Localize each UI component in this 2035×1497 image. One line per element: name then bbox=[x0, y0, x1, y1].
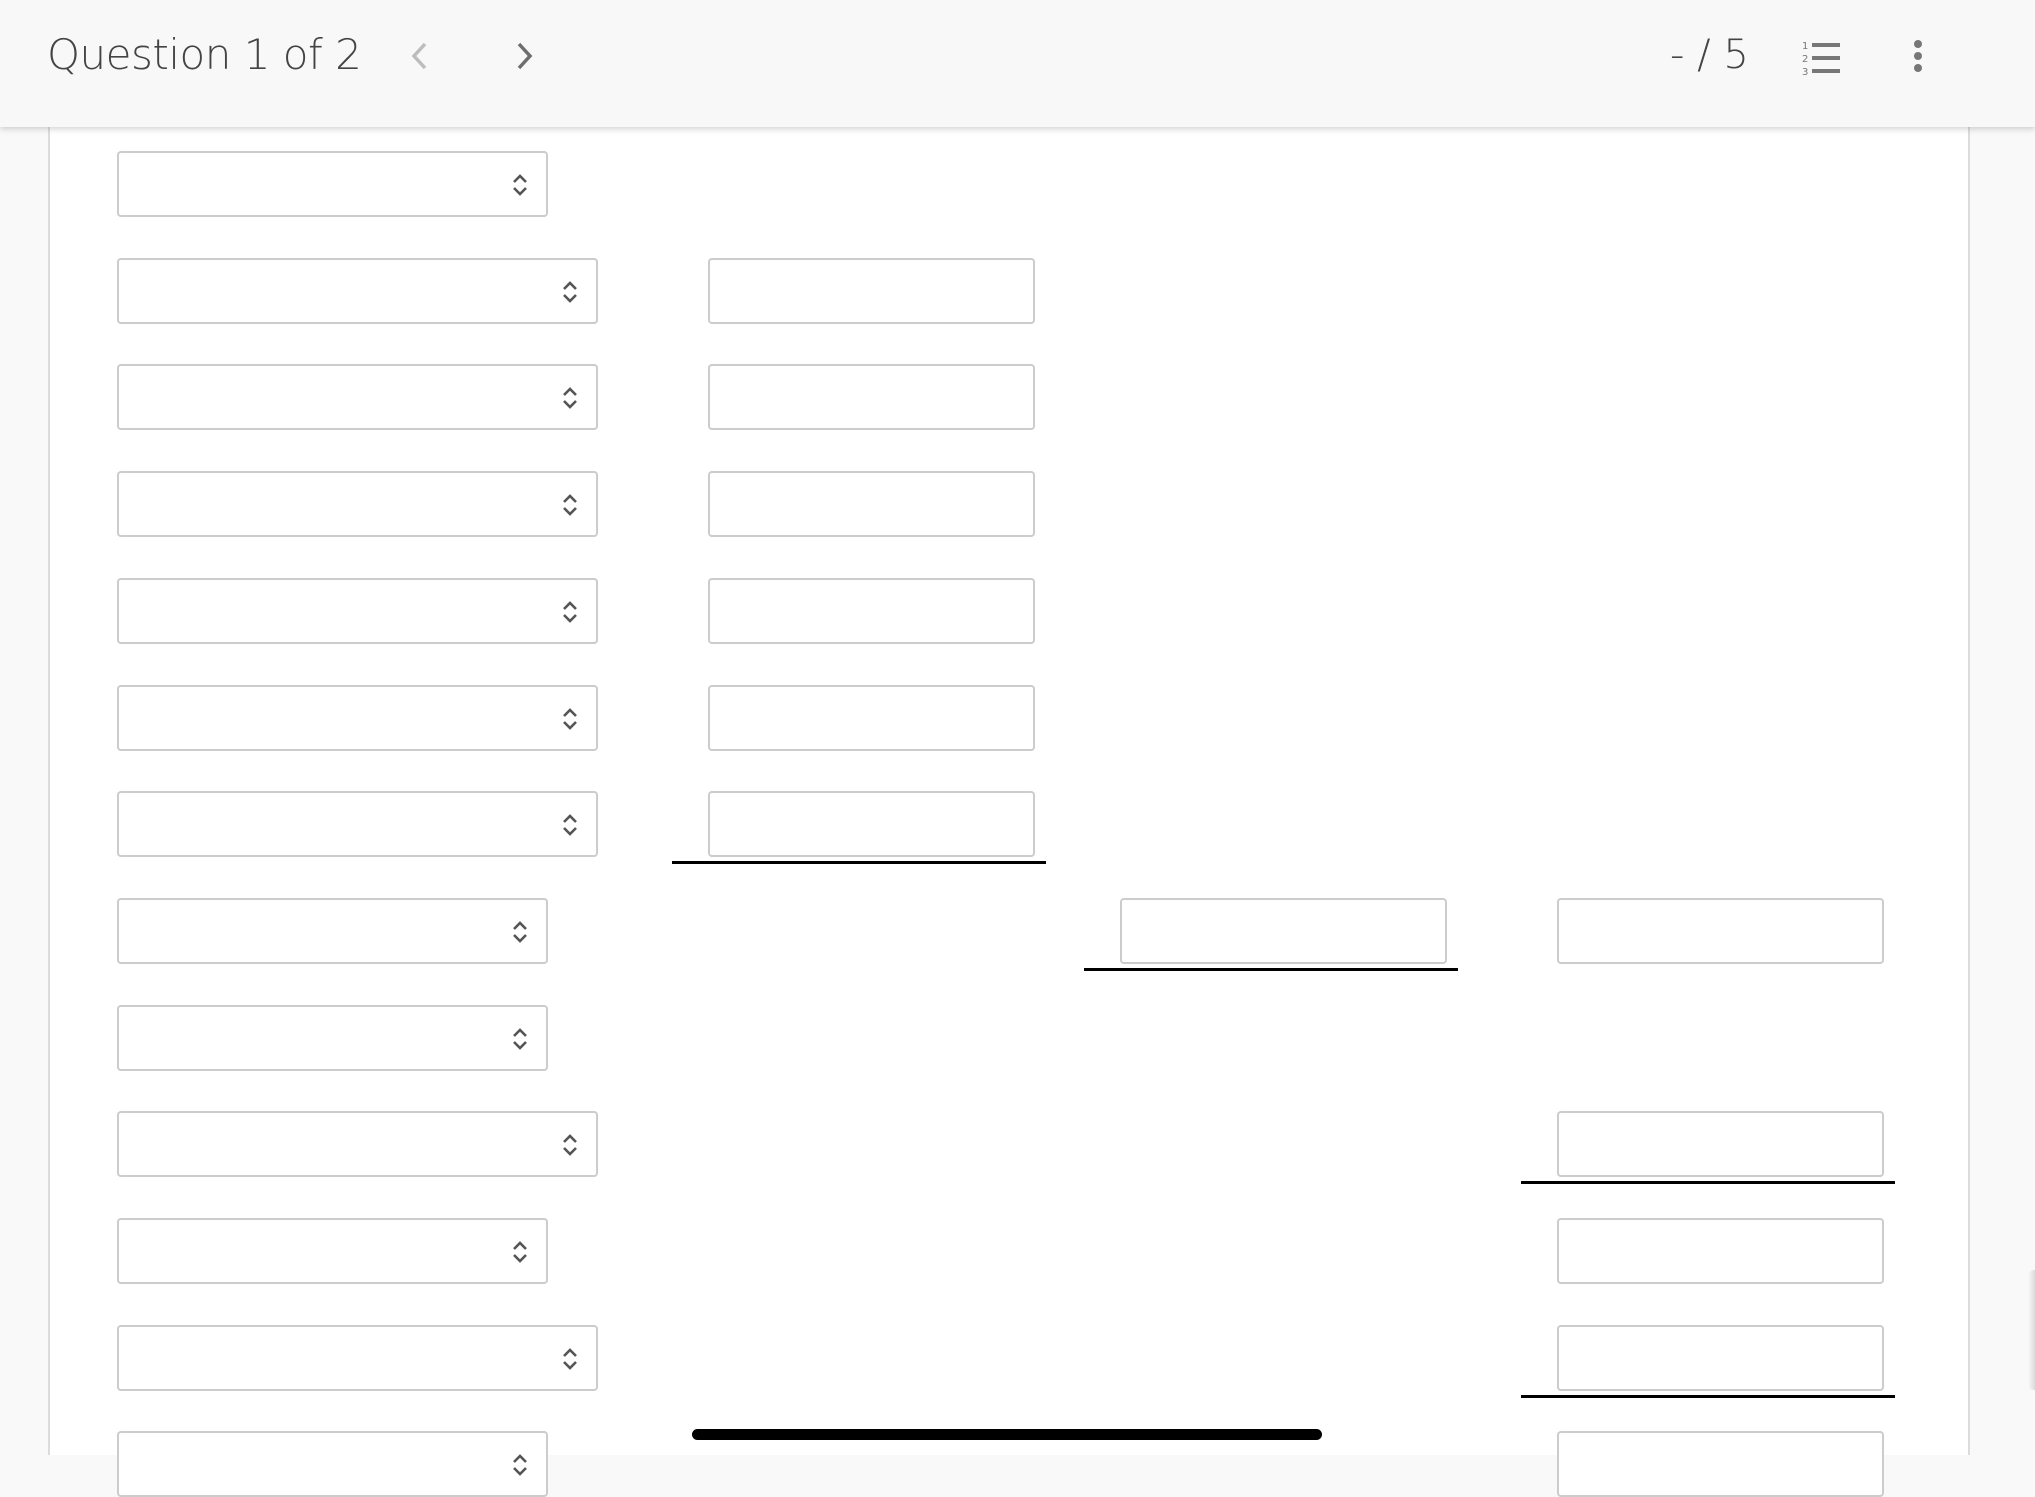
amount-input-col4[interactable] bbox=[1557, 1218, 1884, 1284]
account-select-dropdown[interactable] bbox=[117, 364, 598, 431]
amount-input-col2[interactable] bbox=[708, 257, 1035, 324]
account-select-dropdown[interactable] bbox=[117, 257, 598, 324]
up-down-chevron-icon bbox=[510, 1025, 530, 1053]
up-down-chevron-icon bbox=[513, 1027, 527, 1050]
account-select-dropdown[interactable] bbox=[117, 577, 598, 644]
account-select-dropdown[interactable] bbox=[117, 897, 548, 964]
up-down-chevron-icon bbox=[510, 1451, 530, 1479]
account-select-dropdown[interactable] bbox=[117, 1431, 548, 1497]
total-underline bbox=[1521, 1394, 1895, 1398]
up-down-chevron-icon bbox=[513, 921, 527, 943]
up-down-chevron-icon bbox=[563, 494, 577, 516]
total-underline bbox=[672, 861, 1046, 865]
svg-text:3: 3 bbox=[1802, 67, 1808, 78]
more-options-button[interactable] bbox=[1906, 36, 1930, 76]
amount-input-col2[interactable] bbox=[708, 791, 1035, 858]
account-select-dropdown[interactable] bbox=[117, 1218, 548, 1284]
previous-question-button[interactable] bbox=[400, 36, 440, 76]
up-down-chevron-icon bbox=[560, 705, 580, 733]
account-select-dropdown[interactable] bbox=[117, 1004, 548, 1071]
amount-input-col2[interactable] bbox=[708, 364, 1035, 431]
account-select-dropdown[interactable] bbox=[117, 1324, 598, 1391]
account-select-dropdown[interactable] bbox=[117, 791, 598, 858]
question-list-button[interactable]: 1 2 3 bbox=[1800, 38, 1846, 78]
up-down-chevron-icon bbox=[560, 1345, 580, 1373]
up-down-chevron-icon bbox=[513, 174, 527, 196]
up-down-chevron-icon bbox=[563, 1134, 577, 1157]
up-down-chevron-icon bbox=[513, 1241, 527, 1263]
home-indicator-bar bbox=[692, 1429, 1322, 1440]
up-down-chevron-icon bbox=[513, 1454, 527, 1477]
up-down-chevron-icon bbox=[510, 918, 530, 946]
amount-input-col2[interactable] bbox=[708, 577, 1035, 644]
score-display: - / 5 bbox=[1670, 32, 1749, 78]
up-down-chevron-icon bbox=[560, 1131, 580, 1159]
numbered-list-icon: 1 2 3 bbox=[1802, 41, 1840, 78]
account-select-dropdown[interactable] bbox=[117, 471, 598, 538]
side-handle[interactable] bbox=[2028, 1270, 2035, 1390]
account-select-dropdown[interactable] bbox=[117, 151, 548, 217]
amount-input-col4[interactable] bbox=[1557, 897, 1884, 964]
svg-text:2: 2 bbox=[1802, 54, 1808, 65]
svg-text:1: 1 bbox=[1802, 41, 1808, 52]
up-down-chevron-icon bbox=[563, 814, 577, 837]
up-down-chevron-icon bbox=[560, 491, 580, 519]
question-counter: Question 1 of 2 bbox=[47, 30, 362, 79]
up-down-chevron-icon bbox=[563, 600, 577, 623]
question-header: Question 1 of 2 - / 5 1 2 3 bbox=[0, 0, 2035, 127]
chevron-right-icon bbox=[517, 42, 533, 70]
amount-input-col4[interactable] bbox=[1557, 1324, 1884, 1391]
more-vertical-icon bbox=[1914, 40, 1922, 72]
amount-input-col4[interactable] bbox=[1557, 1431, 1884, 1497]
amount-input-col2[interactable] bbox=[708, 684, 1035, 751]
total-underline bbox=[1084, 967, 1458, 971]
up-down-chevron-icon bbox=[563, 1347, 577, 1370]
up-down-chevron-icon bbox=[563, 707, 577, 730]
up-down-chevron-icon bbox=[560, 598, 580, 626]
up-down-chevron-icon bbox=[560, 278, 580, 306]
up-down-chevron-icon bbox=[563, 387, 577, 410]
account-select-dropdown[interactable] bbox=[117, 1111, 598, 1178]
next-question-button[interactable] bbox=[504, 36, 544, 76]
amount-input-col2[interactable] bbox=[708, 471, 1035, 538]
amount-input-col3[interactable] bbox=[1120, 897, 1447, 964]
account-select-dropdown[interactable] bbox=[117, 684, 598, 751]
up-down-chevron-icon bbox=[560, 384, 580, 412]
up-down-chevron-icon bbox=[560, 811, 580, 839]
amount-input-col4[interactable] bbox=[1557, 1111, 1884, 1178]
up-down-chevron-icon bbox=[510, 171, 530, 199]
chevron-left-icon bbox=[411, 42, 427, 70]
up-down-chevron-icon bbox=[563, 280, 577, 303]
up-down-chevron-icon bbox=[510, 1238, 530, 1266]
total-underline bbox=[1521, 1181, 1895, 1185]
